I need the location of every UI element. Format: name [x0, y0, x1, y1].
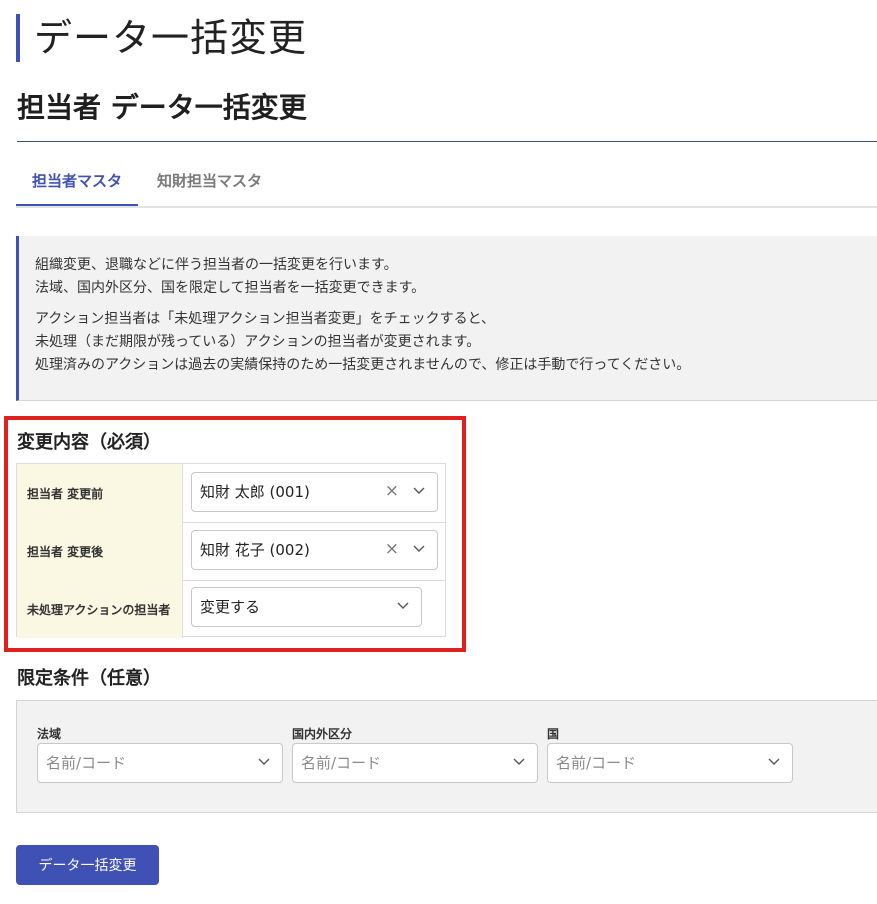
- close-icon[interactable]: ×: [385, 473, 399, 509]
- table-row: 担当者 変更後 知財 花子 (002) ×: [17, 522, 445, 581]
- change-form-table: 担当者 変更前 知財 太郎 (001) × 担当者 変更後 知財 花子 (002…: [16, 463, 446, 638]
- info-line: 法域、国内外区分、国を限定して担当者を一括変更できます。: [35, 280, 426, 296]
- row-label: 担当者 変更前: [17, 464, 183, 522]
- title-divider: [17, 141, 877, 142]
- table-row: 未処理アクションの担当者 変更する: [17, 580, 445, 638]
- chevron-down-icon: [768, 758, 780, 765]
- chevron-down-icon: [397, 602, 409, 609]
- bulk-change-button[interactable]: データ一括変更: [16, 845, 159, 885]
- filter-heading: 限定条件（任意）: [17, 668, 161, 689]
- info-line: 未処理（まだ期限が残っている）アクションの担当者が変更されます。: [35, 334, 481, 350]
- info-line: 処理済みのアクションは過去の実績保持のため一括変更されませんので、修正は手動で行…: [35, 357, 691, 373]
- filter-label-domestic: 国内外区分: [292, 727, 353, 741]
- select-value: 知財 太郎 (001): [200, 483, 310, 501]
- select-value: 知財 花子 (002): [200, 541, 310, 559]
- row-label: 未処理アクションの担当者: [17, 580, 183, 638]
- info-line: アクション担当者は「未処理アクション担当者変更」をチェックすると、: [35, 311, 496, 327]
- tab-tantousha-master[interactable]: 担当者マスタ: [16, 160, 139, 206]
- filter-label-houiki: 法域: [37, 727, 62, 741]
- pending-action-assignee-select[interactable]: 変更する: [191, 587, 422, 627]
- assignee-after-select[interactable]: 知財 花子 (002) ×: [191, 530, 438, 570]
- info-box: 組織変更、退職などに伴う担当者の一括変更を行います。 法域、国内外区分、国を限定…: [16, 236, 877, 401]
- jurisdiction-select[interactable]: 名前/コード: [37, 743, 283, 783]
- select-value: 変更する: [200, 598, 261, 616]
- page-title: データ一括変更: [16, 14, 307, 62]
- info-line: 組織変更、退職などに伴う担当者の一括変更を行います。: [35, 257, 398, 273]
- tab-bar: 担当者マスタ 知財担当マスタ: [16, 160, 877, 208]
- filter-panel: 法域 名前/コード 国内外区分 名前/コード 国 名前/コード: [16, 700, 877, 813]
- country-select[interactable]: 名前/コード: [547, 743, 793, 783]
- select-placeholder: 名前/コード: [556, 754, 637, 772]
- close-icon[interactable]: ×: [385, 531, 399, 567]
- assignee-before-select[interactable]: 知財 太郎 (001) ×: [191, 472, 438, 512]
- chevron-down-icon: [413, 545, 425, 552]
- select-placeholder: 名前/コード: [301, 754, 382, 772]
- info-paragraph-1: 組織変更、退職などに伴う担当者の一括変更を行います。 法域、国内外区分、国を限定…: [35, 254, 877, 300]
- chevron-down-icon: [413, 487, 425, 494]
- chevron-down-icon: [258, 758, 270, 765]
- row-label: 担当者 変更後: [17, 522, 183, 580]
- section-title: 担当者 データ一括変更: [17, 91, 307, 124]
- select-placeholder: 名前/コード: [46, 754, 127, 772]
- domestic-foreign-select[interactable]: 名前/コード: [292, 743, 538, 783]
- change-heading: 変更内容（必須）: [17, 432, 161, 453]
- info-paragraph-2: アクション担当者は「未処理アクション担当者変更」をチェックすると、 未処理（まだ…: [35, 308, 877, 377]
- table-row: 担当者 変更前 知財 太郎 (001) ×: [17, 464, 445, 523]
- filter-label-country: 国: [547, 727, 560, 741]
- tab-chizai-tantou-master[interactable]: 知財担当マスタ: [141, 160, 278, 204]
- chevron-down-icon: [513, 758, 525, 765]
